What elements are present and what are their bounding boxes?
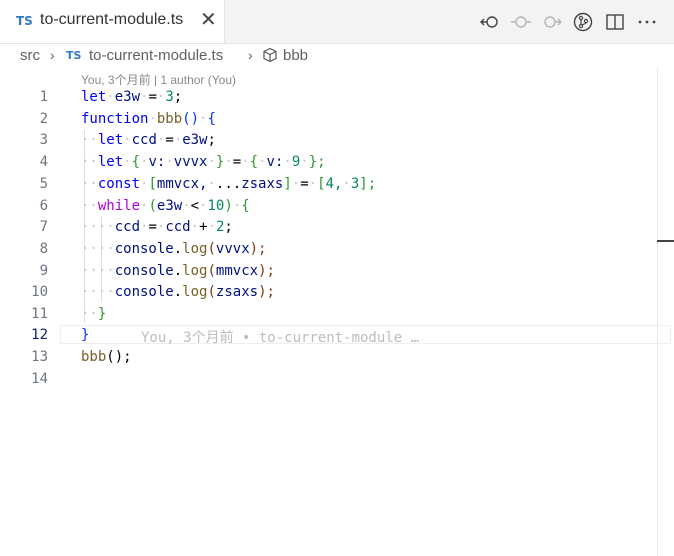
code-line-13[interactable]: bbb(); <box>81 349 132 365</box>
typescript-file-icon: TS <box>66 49 82 62</box>
code-line-4[interactable]: ··let·{·v:·vvvx·}·=·{·v:·9·}; <box>81 154 326 170</box>
line-number: 7 <box>39 219 48 235</box>
tab-filename: to-current-module.ts <box>40 11 184 28</box>
inline-blame-annotation[interactable]: You, 3个月前 • to-current-module … <box>141 327 419 347</box>
source-control-icon[interactable] <box>572 11 594 33</box>
more-icon[interactable] <box>636 11 658 33</box>
close-tab-icon[interactable]: ✕ <box>200 9 217 31</box>
chevron-right-icon: › <box>50 47 55 63</box>
timeline-dot-icon[interactable] <box>510 11 532 33</box>
line-number: 9 <box>39 263 48 279</box>
line-number: 8 <box>39 241 48 257</box>
breadcrumb-symbol[interactable]: bbb <box>283 47 308 64</box>
timeline-forward-icon[interactable] <box>541 11 563 33</box>
chevron-right-icon: › <box>248 47 253 63</box>
code-line-6[interactable]: ··while·(e3w·<·10)·{ <box>81 198 250 214</box>
line-number: 4 <box>39 154 48 170</box>
code-line-3[interactable]: ··let·ccd·=·e3w; <box>81 132 216 148</box>
code-line-2[interactable]: function·bbb()·{ <box>81 111 216 127</box>
code-line-12[interactable]: } <box>81 327 89 343</box>
symbol-method-icon <box>263 47 277 63</box>
blame-codelens[interactable]: You, 3个月前 | 1 author (You) <box>81 71 236 88</box>
line-number: 11 <box>31 306 48 322</box>
line-number: 3 <box>39 132 48 148</box>
timeline-back-icon[interactable] <box>479 11 501 33</box>
line-number: 6 <box>39 198 48 214</box>
overview-ruler-cursor <box>657 240 674 242</box>
line-number-current: 12 <box>31 327 48 343</box>
code-line-11[interactable]: ··} <box>81 306 106 322</box>
line-number: 10 <box>31 284 48 300</box>
line-number: 2 <box>39 111 48 127</box>
breadcrumb: src › TS to-current-module.ts › bbb <box>0 44 674 68</box>
line-number: 13 <box>31 349 48 365</box>
code-line-1[interactable]: let·e3w·=·3; <box>81 89 182 105</box>
line-number: 14 <box>31 371 48 387</box>
editor-tab[interactable]: TS to-current-module.ts ✕ <box>0 0 225 43</box>
typescript-file-icon: TS <box>16 14 33 28</box>
breadcrumb-file[interactable]: to-current-module.ts <box>89 47 223 64</box>
vertical-scrollbar[interactable] <box>657 67 658 556</box>
tab-bar: TS to-current-module.ts ✕ <box>0 0 674 44</box>
code-line-5[interactable]: ··const·[mmvcx,·...zsaxs]·=·[4,·3]; <box>81 176 376 192</box>
split-editor-icon[interactable] <box>604 11 626 33</box>
code-line-9[interactable]: ····console.log(mmvcx); <box>81 263 275 279</box>
line-number: 1 <box>39 89 48 105</box>
code-line-7[interactable]: ····ccd·=·ccd·+·2; <box>81 219 233 235</box>
code-line-10[interactable]: ····console.log(zsaxs); <box>81 284 275 300</box>
line-number: 5 <box>39 176 48 192</box>
breadcrumb-folder[interactable]: src <box>20 47 40 64</box>
code-line-8[interactable]: ····console.log(vvvx); <box>81 241 266 257</box>
